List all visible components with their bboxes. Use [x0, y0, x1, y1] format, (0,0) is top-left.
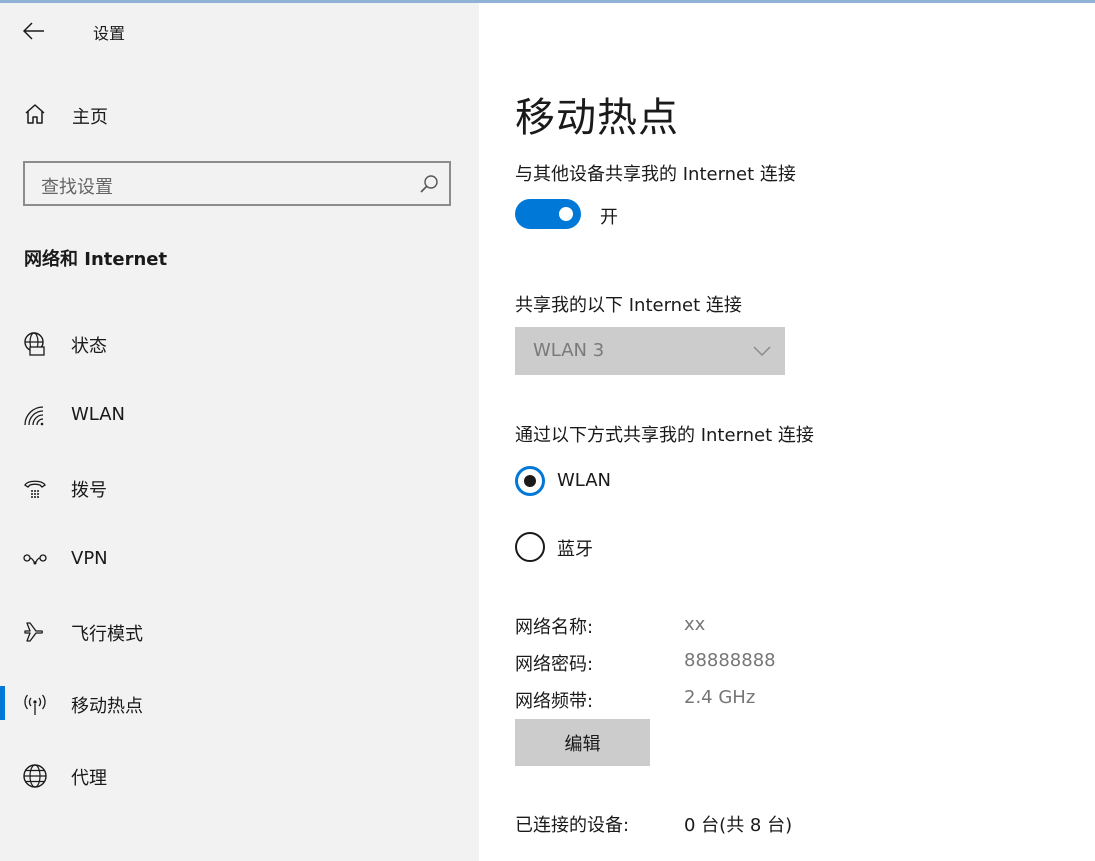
sidebar-item-airplane-mode[interactable]: 飞行模式: [0, 601, 479, 661]
radio-bluetooth-label: 蓝牙: [557, 539, 593, 560]
network-band-key: 网络频带:: [515, 691, 594, 712]
wifi-icon: [22, 403, 48, 429]
arrow-left-icon: [23, 22, 45, 40]
share-from-label: 共享我的以下 Internet 连接: [515, 295, 742, 316]
dialup-icon: [22, 475, 48, 501]
airplane-icon: [22, 619, 48, 645]
app-title: 设置: [93, 24, 126, 43]
network-password-key: 网络密码:: [515, 654, 594, 675]
share-from-dropdown[interactable]: WLAN 3: [515, 327, 785, 375]
sidebar-item-label: 状态: [71, 336, 107, 357]
toggle-knob: [559, 207, 573, 221]
edit-button[interactable]: 编辑: [515, 719, 650, 766]
toggle-state-text: 开: [600, 207, 618, 228]
sidebar-item-label: 拨号: [71, 480, 107, 501]
connected-devices-key: 已连接的设备:: [515, 815, 630, 836]
selection-indicator: [0, 686, 5, 720]
back-button[interactable]: [14, 13, 54, 49]
radio-wlan[interactable]: [515, 466, 545, 496]
hotspot-icon: [22, 691, 48, 717]
sidebar-item-label: VPN: [71, 548, 108, 569]
radio-bluetooth[interactable]: [515, 532, 545, 562]
sidebar-item-dialup[interactable]: 拨号: [0, 457, 479, 517]
search-placeholder: 查找设置: [41, 177, 113, 198]
sidebar-item-label: WLAN: [71, 404, 126, 425]
radio-dot: [524, 475, 536, 487]
share-internet-label: 与其他设备共享我的 Internet 连接: [515, 164, 796, 185]
globe-monitor-icon: [22, 331, 48, 357]
sidebar: 设置 主页 查找设置 网络和 Internet 状态 WLAN 拨号 VPN 飞…: [0, 3, 479, 861]
sidebar-item-home[interactable]: 主页: [0, 89, 479, 139]
page-title: 移动热点: [515, 95, 679, 141]
radio-wlan-label: WLAN: [557, 470, 612, 491]
globe-icon: [22, 763, 48, 789]
section-title: 网络和 Internet: [24, 249, 168, 270]
main-content: 移动热点 与其他设备共享我的 Internet 连接 开 共享我的以下 Inte…: [479, 3, 1095, 861]
sidebar-item-label: 代理: [71, 768, 107, 789]
share-via-label: 通过以下方式共享我的 Internet 连接: [515, 425, 814, 446]
network-band-value: 2.4 GHz: [684, 687, 756, 708]
connected-devices-value: 0 台(共 8 台): [684, 815, 793, 836]
sidebar-item-vpn[interactable]: VPN: [0, 529, 479, 589]
hotspot-toggle[interactable]: [515, 199, 581, 229]
sidebar-item-wlan[interactable]: WLAN: [0, 385, 479, 445]
network-password-value: 88888888: [684, 650, 776, 671]
chevron-down-icon: [753, 342, 771, 360]
search-icon: [419, 174, 439, 194]
sidebar-item-label: 移动热点: [71, 696, 143, 717]
vpn-icon: [22, 547, 48, 573]
sidebar-item-label: 主页: [72, 107, 108, 128]
search-input[interactable]: 查找设置: [23, 161, 451, 206]
home-icon: [23, 102, 47, 126]
share-from-value: WLAN 3: [533, 340, 605, 361]
sidebar-item-label: 飞行模式: [71, 624, 143, 645]
network-name-key: 网络名称:: [515, 617, 594, 638]
sidebar-item-mobile-hotspot[interactable]: 移动热点: [0, 673, 479, 733]
sidebar-item-proxy[interactable]: 代理: [0, 745, 479, 805]
sidebar-item-status[interactable]: 状态: [0, 313, 479, 373]
network-name-value: xx: [684, 614, 706, 635]
